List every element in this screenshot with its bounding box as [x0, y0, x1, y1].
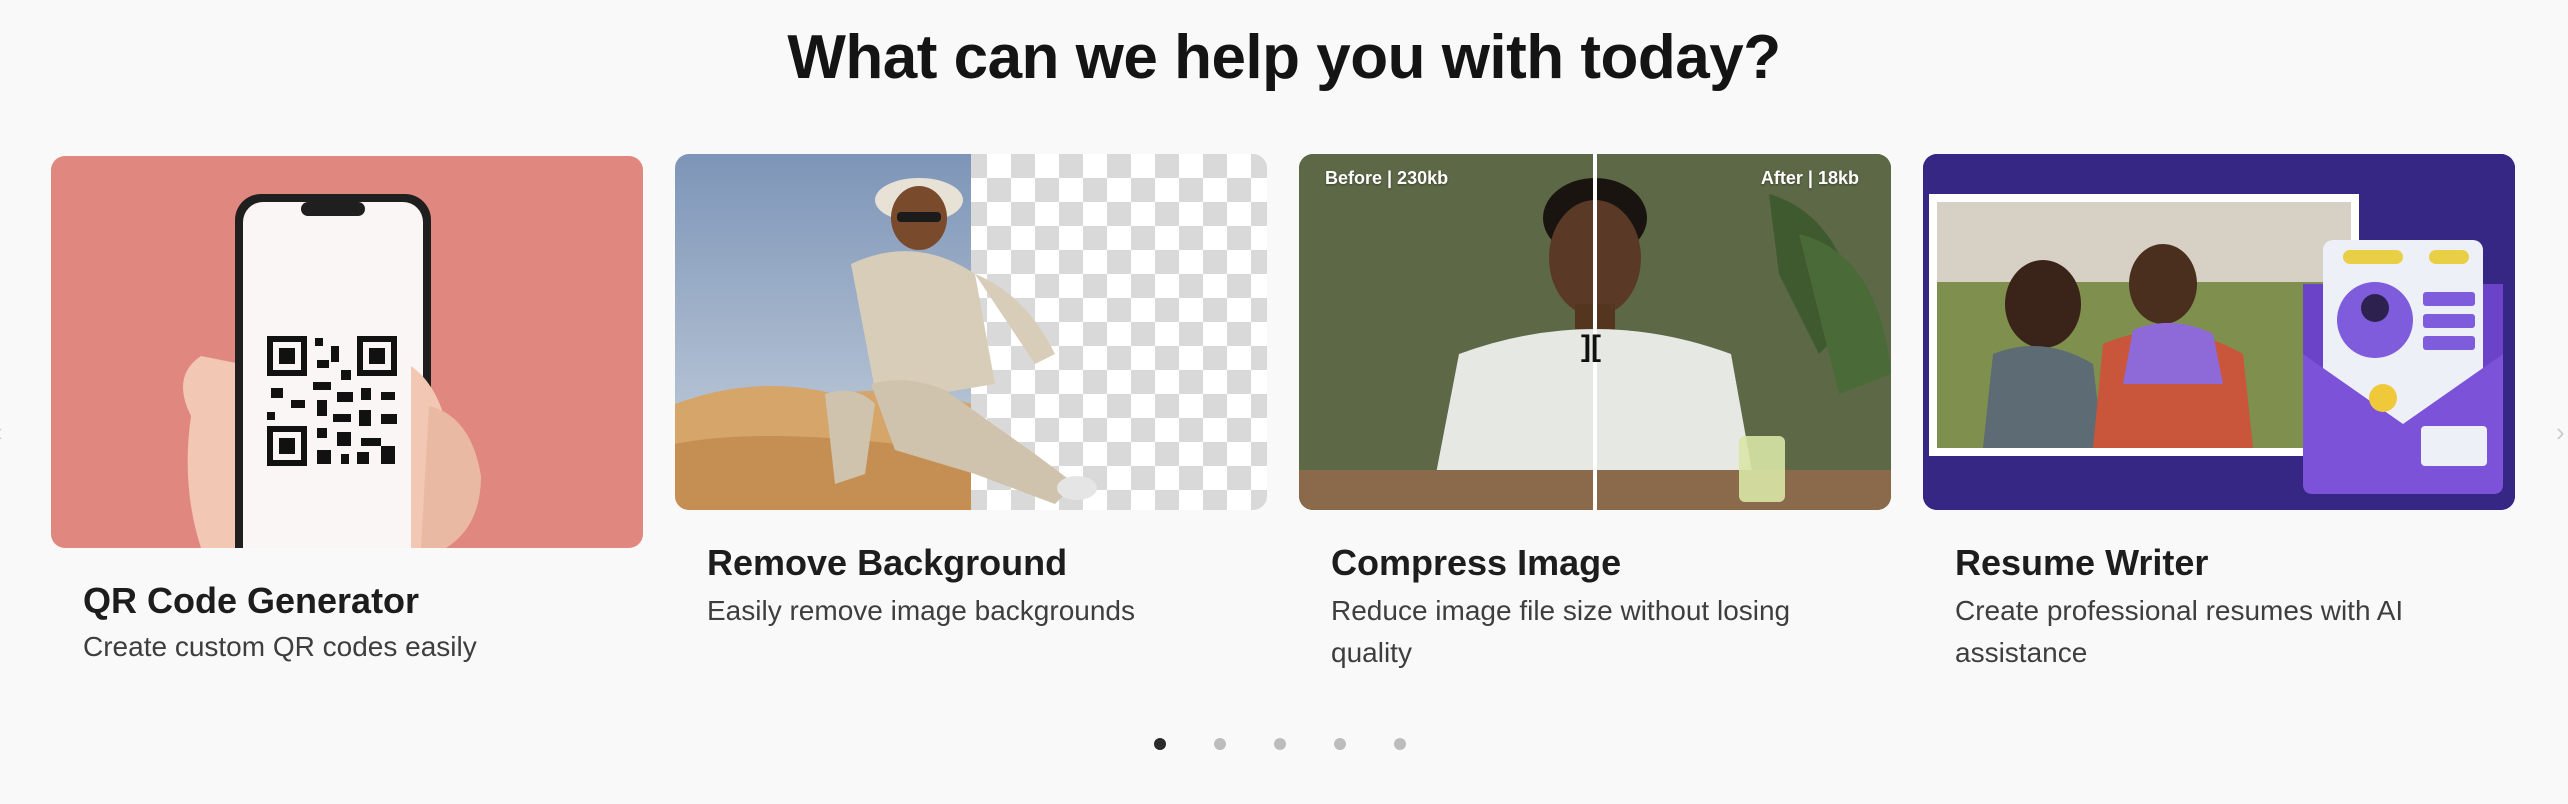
card-title: Compress Image	[1331, 542, 1622, 583]
card-title: Remove Background	[707, 542, 1068, 583]
card-description: Reduce image file size without losing qu…	[1331, 595, 1791, 668]
compress-image-preview: Before | 230kb After | 18kb ][	[1299, 154, 1891, 510]
chevron-right-icon[interactable]: ›	[2556, 412, 2568, 452]
page-title: What can we help you with today?	[787, 23, 1781, 92]
resume-writer-image	[1923, 154, 2515, 510]
card-description: Create professional resumes with AI assi…	[1955, 595, 2404, 668]
carousel-dot[interactable]	[1334, 738, 1346, 750]
compare-slider-handle[interactable]: ][	[1581, 330, 1601, 364]
remove-background-image	[675, 154, 1267, 510]
card-title: Resume Writer	[1955, 542, 2209, 583]
before-size-label: Before | 230kb	[1325, 168, 1449, 188]
chevron-left-icon[interactable]: ‹	[0, 412, 16, 452]
carousel-pagination	[1154, 738, 1406, 750]
card-description: Create custom QR codes easily	[83, 631, 477, 662]
carousel-dot[interactable]	[1394, 738, 1406, 750]
carousel-dot[interactable]	[1214, 738, 1226, 750]
card-title: QR Code Generator	[83, 580, 420, 621]
card-description: Easily remove image backgrounds	[707, 595, 1135, 626]
carousel-dot[interactable]	[1274, 738, 1286, 750]
qr-code-image	[51, 156, 643, 548]
after-size-label: After | 18kb	[1760, 168, 1859, 188]
carousel-dot[interactable]	[1154, 738, 1166, 750]
